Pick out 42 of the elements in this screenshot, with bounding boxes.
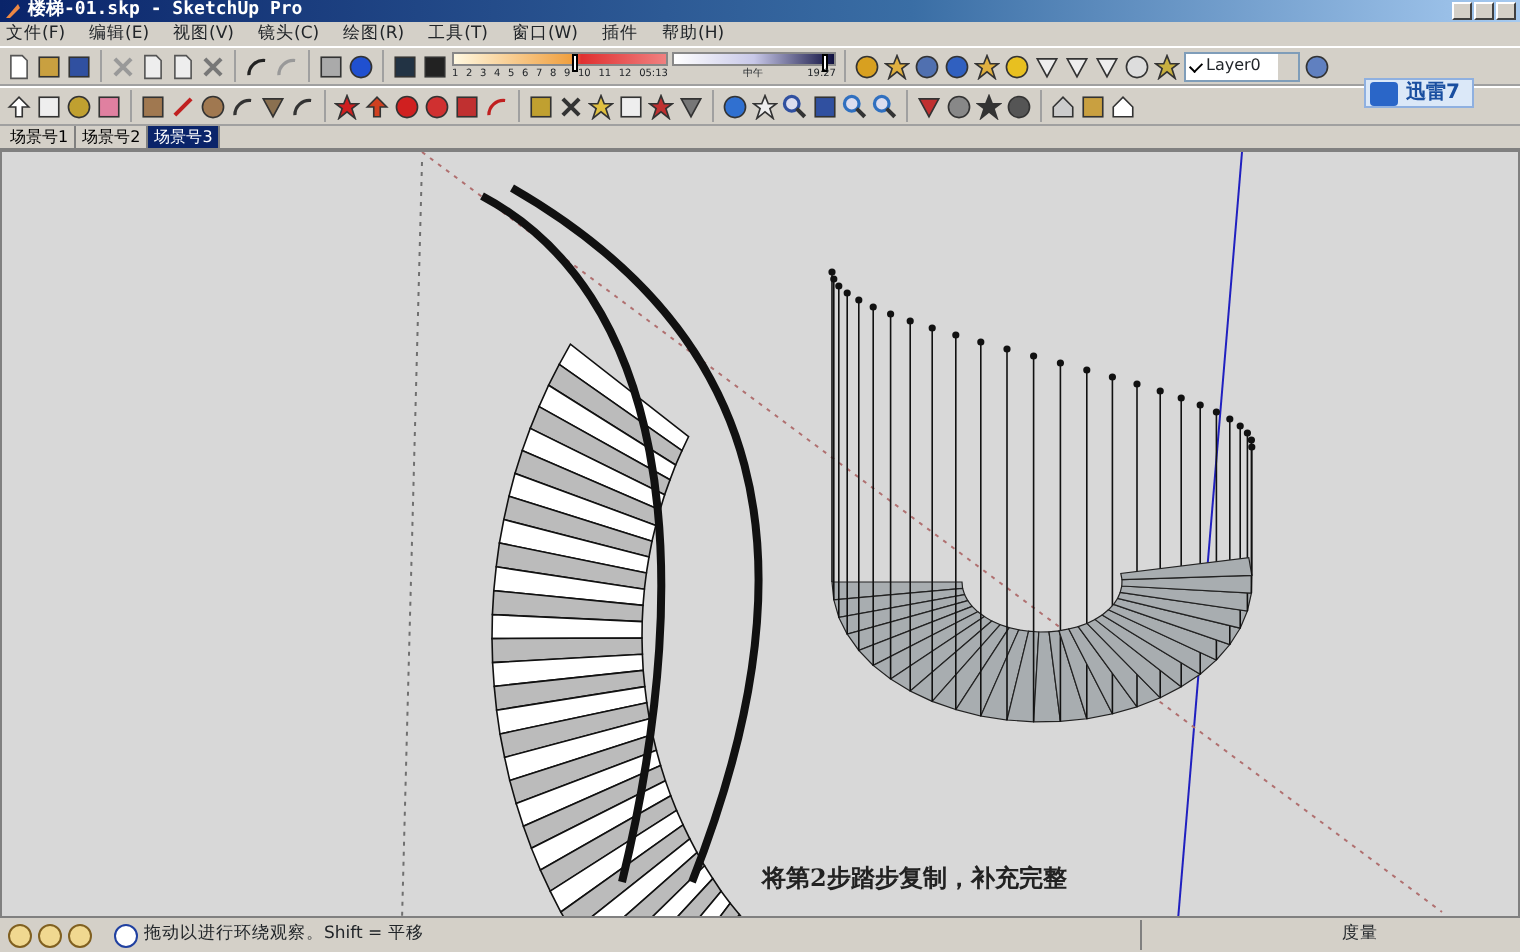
menu-item[interactable]: 视图(V) (173, 22, 234, 46)
rectangle-icon[interactable] (140, 93, 166, 119)
measurements-label: 度量 (1140, 920, 1520, 950)
menu-item[interactable]: 绘图(R) (343, 22, 405, 46)
zoom-icon[interactable] (782, 93, 808, 119)
menu-item[interactable]: 帮助(H) (662, 22, 725, 46)
sphere-icon[interactable] (1004, 53, 1030, 79)
front-view-icon[interactable] (1110, 93, 1136, 119)
time-slider[interactable] (672, 52, 836, 66)
new-file-icon[interactable] (6, 53, 32, 79)
sphere-icon[interactable] (1124, 53, 1150, 79)
close-button[interactable] (1496, 2, 1516, 20)
app-icon (4, 2, 22, 20)
arc-icon[interactable] (230, 93, 256, 119)
status-hint: 拖动以进行环绕观察。Shift = 平移 (144, 922, 426, 948)
triangle-icon[interactable] (260, 93, 286, 119)
menu-item[interactable]: 镜头(C) (258, 22, 320, 46)
paste-icon[interactable] (170, 53, 196, 79)
undo-icon[interactable] (244, 53, 270, 79)
menu-item[interactable]: 文件(F) (6, 22, 66, 46)
iso-view-icon[interactable] (1050, 93, 1076, 119)
date-slider[interactable] (452, 52, 668, 66)
slider-thumb[interactable] (572, 54, 579, 72)
scene-tab[interactable]: 场景号1 (4, 126, 77, 148)
orbit-icon[interactable] (722, 93, 748, 119)
pencil-icon[interactable] (170, 93, 196, 119)
select-arrow-icon[interactable] (6, 93, 32, 119)
download-toast[interactable]: 迅雷7 (1364, 78, 1474, 108)
scene-tab[interactable]: 场景号3 (148, 126, 221, 148)
push-pull-icon[interactable] (364, 93, 390, 119)
menu-item[interactable]: 编辑(E) (89, 22, 150, 46)
viewport-caption: 将第2步踏步复制，补充完整 (762, 862, 1067, 896)
menu-item[interactable]: 工具(T) (428, 22, 488, 46)
slider-thumb[interactable] (821, 54, 828, 72)
delete-icon[interactable] (200, 53, 226, 79)
maximize-button[interactable] (1474, 2, 1494, 20)
minimize-button[interactable] (1452, 2, 1472, 20)
menu-item[interactable]: 窗口(W) (511, 22, 578, 46)
circle-icon[interactable] (200, 93, 226, 119)
copy-icon[interactable] (140, 53, 166, 79)
layer-dropdown[interactable]: Layer0 (1184, 51, 1300, 81)
menu-item[interactable]: 插件 (602, 22, 638, 46)
